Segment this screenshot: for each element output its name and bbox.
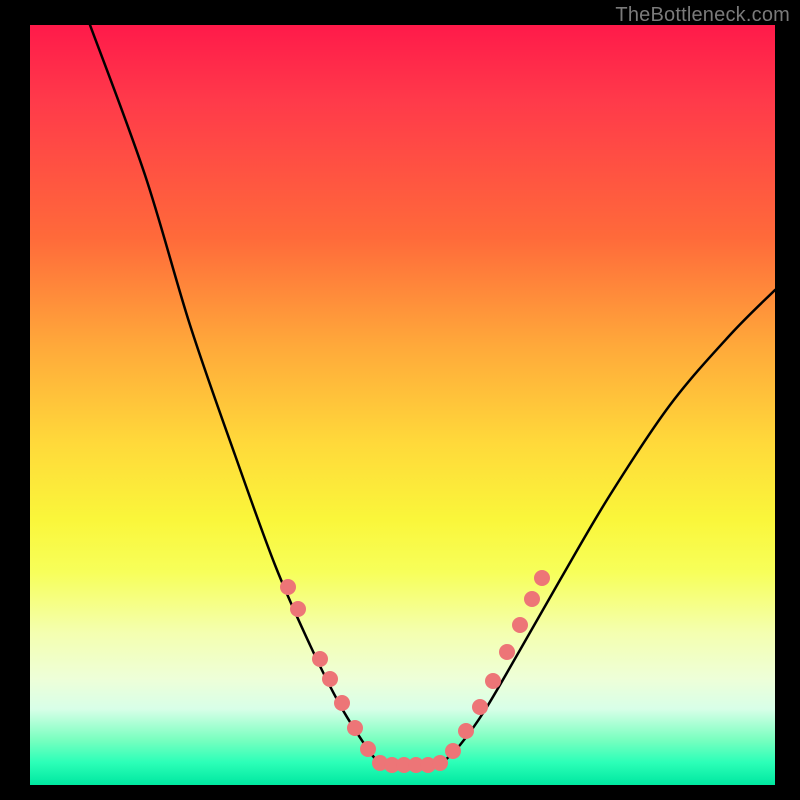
data-marker (534, 570, 550, 586)
series-left-curve (90, 25, 380, 765)
data-marker (485, 673, 501, 689)
plot-area (30, 25, 775, 785)
curve-group (90, 25, 775, 765)
data-marker (499, 644, 515, 660)
data-marker (360, 741, 376, 757)
data-marker (322, 671, 338, 687)
data-marker (472, 699, 488, 715)
data-marker (432, 755, 448, 771)
data-marker (280, 579, 296, 595)
data-marker (334, 695, 350, 711)
data-marker (290, 601, 306, 617)
outer-frame: TheBottleneck.com (0, 0, 800, 800)
data-marker (347, 720, 363, 736)
marker-group (280, 570, 550, 773)
data-marker (445, 743, 461, 759)
watermark-text: TheBottleneck.com (615, 4, 790, 27)
bottleneck-curve-svg (30, 25, 775, 785)
data-marker (312, 651, 328, 667)
data-marker (512, 617, 528, 633)
data-marker (524, 591, 540, 607)
data-marker (458, 723, 474, 739)
series-right-curve (440, 290, 775, 765)
